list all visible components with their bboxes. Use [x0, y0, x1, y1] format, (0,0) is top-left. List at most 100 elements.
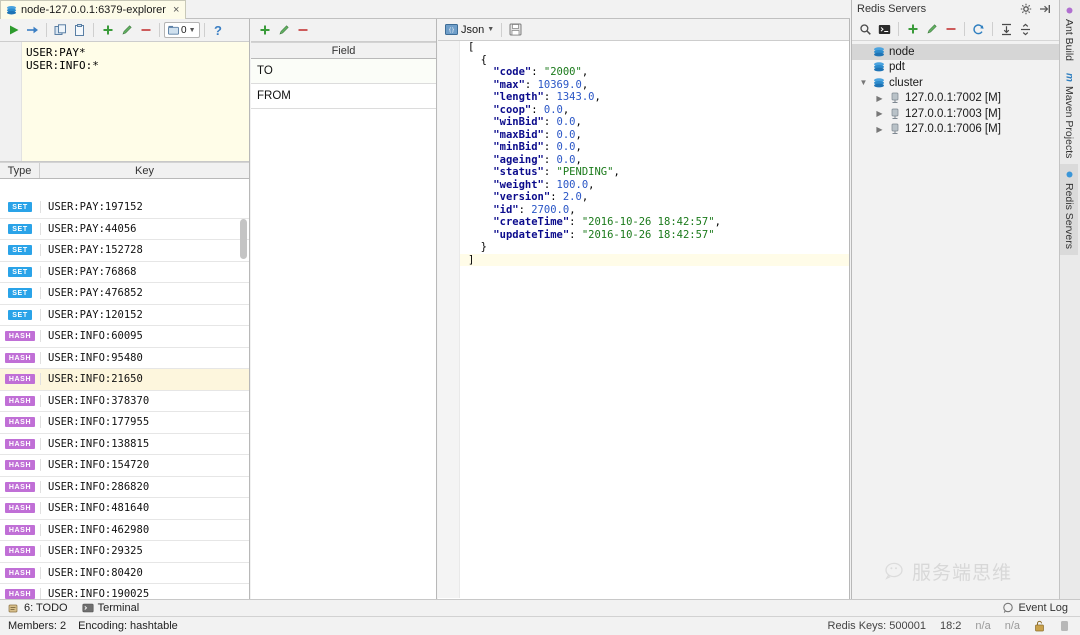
table-row[interactable]: HASHUSER:INFO:462980 [0, 520, 249, 542]
table-row[interactable]: HASHUSER:INFO:378370 [0, 391, 249, 413]
help-button[interactable]: ? [209, 21, 228, 40]
table-row[interactable]: HASHUSER:INFO:60095 [0, 326, 249, 348]
search-icon[interactable] [856, 20, 875, 39]
gear-icon[interactable] [1016, 0, 1035, 19]
code-text: [ [460, 41, 474, 54]
table-row[interactable]: HASHUSER:INFO:190025 [0, 584, 249, 599]
table-row[interactable]: HASHUSER:INFO:286820 [0, 477, 249, 499]
status-bar: Members: 2 Encoding: hashtable Redis Key… [0, 616, 1080, 635]
key-type-cell: HASH [0, 460, 40, 470]
format-selector[interactable]: {} Json ▼ [442, 22, 497, 37]
table-row[interactable]: HASHUSER:INFO:29325 [0, 541, 249, 563]
redis-server-tree[interactable]: nodepdt▼cluster▶127.0.0.1:7002 [M]▶127.0… [852, 41, 1059, 137]
edit-server-button[interactable] [922, 20, 941, 39]
next-button[interactable] [23, 21, 42, 40]
key-name-cell: USER:INFO:21650 [40, 373, 249, 385]
code-line: 18] [438, 254, 849, 267]
table-row[interactable]: SETUSER:PAY:76868 [0, 262, 249, 284]
status-line-separator[interactable]: n/a [975, 620, 990, 632]
status-badge: HASH [5, 374, 35, 384]
tree-item-127-0-0-1-7006-m-[interactable]: ▶127.0.0.1:7006 [M] [852, 122, 1059, 138]
bottom-tab-todo[interactable]: 6: TODO [8, 602, 68, 614]
memory-indicator[interactable] [1059, 620, 1070, 632]
key-type-cell: SET [0, 245, 40, 255]
tree-item-node[interactable]: node [852, 44, 1059, 60]
hide-panel-icon[interactable] [1035, 0, 1054, 19]
table-row[interactable]: HASHUSER:INFO:154720 [0, 455, 249, 477]
editor-tab-explorer[interactable]: node-127.0.0.1:6379-explorer × [0, 0, 186, 19]
chevron-down-icon: ▼ [487, 26, 494, 33]
table-row[interactable]: HASH USER:INFO:21650 [0, 369, 249, 391]
bottom-tab-label: Terminal [98, 602, 140, 614]
key-type-cell: HASH [0, 374, 40, 384]
collapse-all-icon[interactable] [1016, 20, 1035, 39]
tool-tab-ant-build[interactable]: Ant Build [1060, 0, 1078, 67]
delete-key-button[interactable] [136, 21, 155, 40]
tree-item-127-0-0-1-7003-m-[interactable]: ▶127.0.0.1:7003 [M] [852, 106, 1059, 122]
table-row[interactable]: SETUSER:PAY:197152 [0, 197, 249, 219]
status-encoding-indicator[interactable]: n/a [1005, 620, 1020, 632]
status-caret-position[interactable]: 18:2 [940, 620, 961, 632]
code-line: 17 } [438, 241, 849, 254]
table-row[interactable]: SETUSER:PAY:120152 [0, 305, 249, 327]
save-button[interactable] [506, 20, 525, 39]
json-code-view[interactable]: 1[2 {3 "code": "2000",4 "max": 10369.0,5… [438, 41, 849, 598]
add-field-button[interactable] [255, 21, 274, 40]
bottom-tab-terminal[interactable]: Terminal [82, 602, 140, 614]
expand-all-icon[interactable] [997, 20, 1016, 39]
chevron-down-icon[interactable]: ▼ [858, 78, 869, 87]
status-badge: HASH [5, 396, 35, 406]
run-button[interactable] [4, 21, 23, 40]
code-text: "minBid": 0.0, [460, 141, 582, 154]
key-table-body[interactable]: SETUSER:PAY:197152SETUSER:PAY:44056SETUS… [0, 197, 249, 599]
chevron-right-icon[interactable]: ▶ [874, 94, 885, 103]
tree-item-cluster[interactable]: ▼cluster [852, 75, 1059, 91]
code-text: "max": 10369.0, [460, 79, 588, 92]
status-badge: SET [8, 310, 31, 320]
value-viewer-panel: {} Json ▼ 1[2 {3 "code": "2000",4 "max":… [438, 19, 850, 599]
tool-tab-maven-projects[interactable]: m Maven Projects [1060, 67, 1078, 164]
code-text: { [460, 54, 487, 67]
table-row[interactable]: HASHUSER:INFO:177955 [0, 412, 249, 434]
key-pattern-editor[interactable]: USER:PAY* USER:INFO:* [0, 42, 249, 162]
tree-item-pdt[interactable]: pdt [852, 60, 1059, 76]
copy-button[interactable] [51, 21, 70, 40]
add-key-button[interactable] [98, 21, 117, 40]
chevron-right-icon[interactable]: ▶ [874, 109, 885, 118]
database-selector[interactable]: 0 ▼ [164, 22, 200, 38]
table-row[interactable]: HASHUSER:INFO:138815 [0, 434, 249, 456]
chevron-right-icon[interactable]: ▶ [874, 125, 885, 134]
key-list-scrollbar[interactable] [240, 219, 247, 259]
edit-key-button[interactable] [117, 21, 136, 40]
close-icon[interactable]: × [173, 4, 179, 16]
lock-icon[interactable] [1034, 620, 1045, 632]
editor-tab-label: node-127.0.0.1:6379-explorer [21, 4, 166, 16]
table-row[interactable]: HASHUSER:INFO:95480 [0, 348, 249, 370]
table-row[interactable]: SETUSER:PAY:152728 [0, 240, 249, 262]
table-row[interactable]: SETUSER:PAY:476852 [0, 283, 249, 305]
remove-server-button[interactable] [941, 20, 960, 39]
edit-field-button[interactable] [274, 21, 293, 40]
table-row[interactable]: HASHUSER:INFO:80420 [0, 563, 249, 585]
column-header-type[interactable]: Type [0, 163, 40, 178]
list-item[interactable]: TO [251, 59, 436, 84]
status-members: Members: 2 [8, 620, 66, 632]
status-badge: SET [8, 224, 31, 234]
column-header-key[interactable]: Key [40, 163, 249, 178]
delete-field-button[interactable] [293, 21, 312, 40]
refresh-icon[interactable] [969, 20, 988, 39]
terminal-icon[interactable] [875, 20, 894, 39]
field-table-body[interactable]: TOFROM [251, 59, 436, 109]
list-item[interactable]: FROM [251, 84, 436, 109]
status-badge: HASH [5, 546, 35, 556]
key-name-cell: USER:INFO:190025 [40, 588, 249, 599]
key-name-cell: USER:PAY:44056 [40, 223, 249, 235]
event-log-button[interactable]: Event Log [851, 599, 1080, 616]
table-row[interactable]: HASHUSER:INFO:481640 [0, 498, 249, 520]
tool-tab-redis-servers[interactable]: Redis Servers [1060, 164, 1078, 255]
add-server-button[interactable] [903, 20, 922, 39]
tree-item-127-0-0-1-7002-m-[interactable]: ▶127.0.0.1:7002 [M] [852, 91, 1059, 107]
paste-button[interactable] [70, 21, 89, 40]
column-header-field[interactable]: Field [251, 43, 436, 58]
table-row[interactable]: SET USER:PAY:44056 [0, 219, 249, 241]
